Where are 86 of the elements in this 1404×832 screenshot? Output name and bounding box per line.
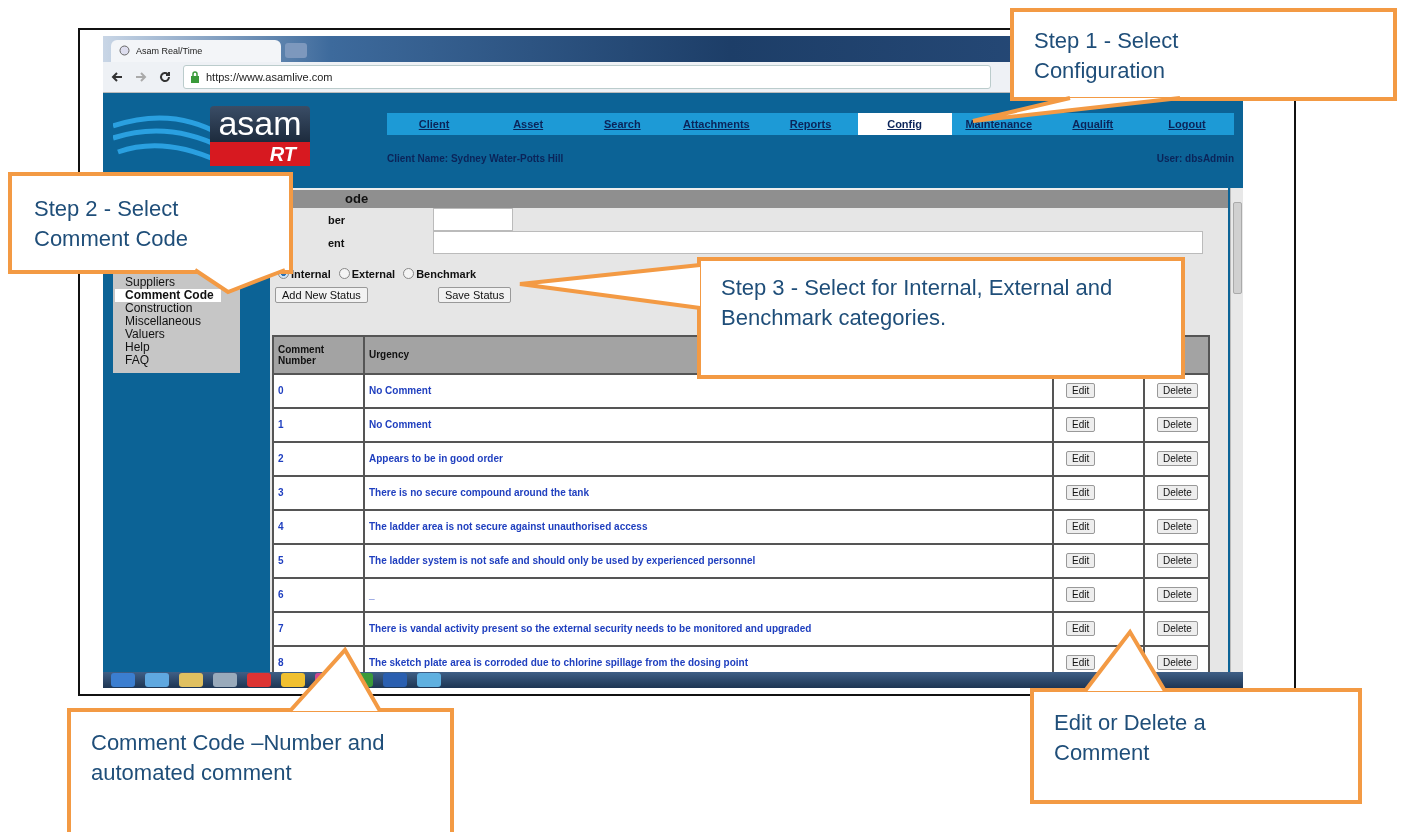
address-bar[interactable]: https://www.asamlive.com	[183, 64, 991, 89]
table-cell: There is vandal activity present so the external security needs to be monitored and upgraded	[364, 611, 1053, 646]
sidebar-item[interactable]: Valuers	[115, 327, 221, 341]
sidebar-item[interactable]: Construction	[115, 301, 221, 315]
nav-link[interactable]: Maintenance	[951, 112, 1046, 135]
edit-button[interactable]: Edit	[1066, 519, 1096, 535]
input-field[interactable]	[433, 230, 1203, 254]
edit-button[interactable]: Edit	[1066, 451, 1096, 467]
client-name: Client Name: Sydney Water-Potts Hill	[387, 152, 564, 164]
table-cell: 4	[273, 509, 364, 544]
delete-button[interactable]: Delete	[1157, 519, 1198, 535]
nav-link[interactable]: Reports	[763, 112, 858, 135]
edit-button[interactable]: Edit	[1066, 621, 1096, 637]
field-label: ber	[328, 214, 346, 227]
taskbar-icon[interactable]	[383, 673, 407, 687]
taskbar-icon[interactable]	[247, 673, 271, 687]
table-cell: 3	[273, 475, 364, 510]
radio-label[interactable]: External	[351, 267, 396, 280]
forward-icon[interactable]	[135, 70, 147, 83]
form-button[interactable]: Save Status	[437, 286, 512, 303]
table-cell: The ladder area is not secure against unauthorised access	[364, 509, 1053, 544]
taskbar-icon[interactable]	[179, 673, 203, 687]
scrollbar[interactable]	[1230, 187, 1243, 672]
delete-button[interactable]: Delete	[1157, 383, 1198, 399]
delete-button[interactable]: Delete	[1157, 621, 1198, 637]
callout-text: Step 2 - Select Comment Code	[34, 195, 190, 253]
taskbar-icon[interactable]	[145, 673, 169, 687]
table-cell: 6	[273, 577, 364, 612]
nav-link[interactable]: Aqualift	[1045, 112, 1140, 135]
column-header: Comment Number	[273, 335, 364, 374]
delete-button[interactable]: Delete	[1157, 485, 1198, 501]
table-cell: 0	[273, 373, 364, 408]
edit-button[interactable]: Edit	[1066, 655, 1096, 671]
table-cell: The ladder system is not safe and should only be used by experienced personnel	[364, 543, 1053, 578]
reload-icon[interactable]	[159, 70, 171, 83]
callout-text: Comment Code –Number and automated comment	[91, 729, 386, 787]
nav-link[interactable]: Search	[575, 112, 670, 135]
radio-label[interactable]: Benchmark	[416, 267, 477, 280]
delete-button[interactable]: Delete	[1157, 553, 1198, 569]
callout-text: Step 3 - Select for Internal, External and Benchmark categories.	[721, 274, 1114, 332]
nav-link[interactable]: Client	[387, 112, 482, 135]
nav-link[interactable]: Config	[857, 112, 952, 135]
nav-link[interactable]: Asset	[481, 112, 576, 135]
tab-title: Asam Real/Time	[136, 45, 203, 56]
sidebar-item[interactable]: Miscellaneous	[115, 314, 221, 328]
sidebar-item[interactable]: Help	[115, 340, 221, 354]
table-cell: Appears to be in good order	[364, 441, 1053, 476]
sidebar-item[interactable]: Comment Code	[115, 288, 221, 302]
sidebar-item[interactable]: FAQ	[115, 353, 221, 367]
table-cell: No Comment	[364, 407, 1053, 442]
user-name: User: dbsAdmin	[1156, 152, 1234, 164]
radio-label[interactable]: Internal	[291, 267, 331, 280]
nav-link[interactable]: Attachments	[669, 112, 764, 135]
back-icon[interactable]	[111, 70, 123, 83]
table-cell: _	[364, 577, 1053, 612]
edit-button[interactable]: Edit	[1066, 383, 1096, 399]
radio-button[interactable]	[338, 268, 350, 280]
field-label: ent	[328, 237, 345, 250]
radio-button[interactable]	[403, 268, 415, 280]
nav-link[interactable]: Logout	[1139, 112, 1234, 135]
edit-button[interactable]: Edit	[1066, 587, 1096, 603]
delete-button[interactable]: Delete	[1157, 587, 1198, 603]
edit-button[interactable]: Edit	[1066, 417, 1096, 433]
edit-button[interactable]: Edit	[1066, 485, 1096, 501]
table-cell: There is no secure compound around the tank	[364, 475, 1053, 510]
table-cell: 5	[273, 543, 364, 578]
logo: asam RT	[113, 105, 310, 166]
browser-tab[interactable]: Asam Real/Time	[111, 39, 281, 62]
edit-button[interactable]: Edit	[1066, 553, 1096, 569]
lock-icon	[190, 70, 200, 83]
delete-button[interactable]: Delete	[1157, 655, 1198, 671]
delete-button[interactable]: Delete	[1157, 417, 1198, 433]
new-tab-button[interactable]	[285, 42, 307, 58]
taskbar-icon[interactable]	[111, 673, 135, 687]
globe-icon	[119, 45, 130, 57]
taskbar-icon[interactable]	[281, 673, 305, 687]
taskbar-icon[interactable]	[213, 673, 237, 687]
input-field[interactable]	[433, 207, 513, 231]
callout-text: Step 1 - Select Configuration	[1034, 27, 1180, 85]
callout-text: Edit or Delete a Comment	[1054, 709, 1207, 767]
table-cell: 1	[273, 407, 364, 442]
delete-button[interactable]: Delete	[1157, 451, 1198, 467]
taskbar-icon[interactable]	[417, 673, 441, 687]
table-cell: 2	[273, 441, 364, 476]
table-cell: 7	[273, 611, 364, 646]
form-button[interactable]: Add New Status	[275, 286, 368, 303]
